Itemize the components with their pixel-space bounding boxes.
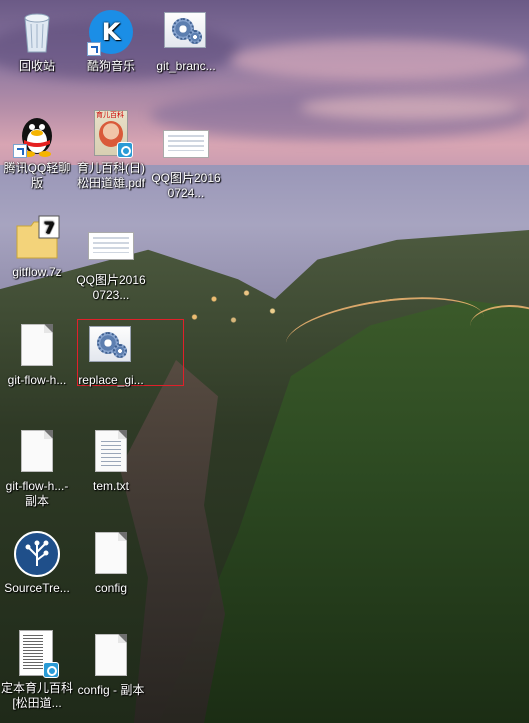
svg-text:K: K — [102, 18, 122, 46]
icon-label: gitflow.7z — [12, 265, 62, 279]
cloud — [300, 95, 520, 120]
recycle-bin-icon — [13, 8, 61, 56]
pdf-document-icon — [13, 630, 61, 678]
desktop-icon-qq-image-0724[interactable]: QQ图片20160724... — [149, 120, 223, 201]
desktop-icon-tem-txt[interactable]: tem.txt — [74, 428, 148, 494]
desktop-icon-config[interactable]: config — [74, 530, 148, 596]
icon-label: 定本育儿百科[松田道... — [0, 681, 73, 710]
config-gear-file-icon — [162, 8, 210, 56]
desktop-icon-git-branch[interactable]: git_branc... — [149, 8, 223, 74]
icon-label: replace_gi... — [78, 373, 144, 387]
icon-label: QQ图片20160724... — [151, 171, 221, 200]
qq-penguin-icon — [13, 110, 61, 158]
icon-label: git_branc... — [156, 59, 216, 73]
icon-label: tem.txt — [92, 479, 129, 493]
icon-label: git-flow-h...- 副本 — [5, 479, 69, 508]
icon-label: QQ图片20160723... — [76, 273, 146, 302]
icon-label: config — [94, 581, 128, 595]
desktop-icon-recycle-bin[interactable]: 回收站 — [0, 8, 74, 74]
config-gear-file-icon — [87, 322, 135, 370]
icon-label: 回收站 — [18, 59, 55, 73]
icon-label: 酷狗音乐 — [86, 59, 135, 73]
shortcut-arrow-icon — [13, 144, 27, 158]
sourcetree-icon — [13, 530, 61, 578]
text-file-icon — [87, 428, 135, 476]
icon-label: SourceTre... — [4, 581, 70, 595]
icon-label: config - 副本 — [77, 683, 145, 697]
desktop-icon-sourcetree[interactable]: SourceTre... — [0, 530, 74, 596]
7z-archive-icon: 7 — [13, 214, 61, 262]
desktop-icon-replace-git[interactable]: replace_gi... — [74, 322, 148, 388]
icon-label: 腾讯QQ轻聊版 — [3, 161, 71, 190]
desktop-icon-qq[interactable]: 腾讯QQ轻聊版 — [0, 110, 74, 191]
desktop-icon-qq-image-0723[interactable]: QQ图片20160723... — [74, 222, 148, 303]
image-file-icon — [162, 120, 210, 168]
desktop-icon-dingben-pdf[interactable]: 定本育儿百科[松田道... — [0, 630, 74, 711]
svg-text:7: 7 — [43, 218, 54, 237]
desktop-icon-kugou-music[interactable]: K 酷狗音乐 — [74, 8, 148, 74]
desktop-icon-git-flow-h-copy[interactable]: git-flow-h...- 副本 — [0, 428, 74, 509]
blank-file-icon — [87, 530, 135, 578]
blank-file-icon — [87, 632, 135, 680]
icon-label: 育儿百科(日)松田道雄.pdf — [76, 161, 146, 190]
desktop-icon-config-copy[interactable]: config - 副本 — [74, 632, 148, 698]
cloud — [230, 40, 529, 80]
blank-file-icon — [13, 322, 61, 370]
desktop-icon-git-flow-h[interactable]: git-flow-h... — [0, 322, 74, 388]
pdf-reader-badge-icon — [43, 662, 59, 678]
image-file-icon — [87, 222, 135, 270]
blank-file-icon — [13, 428, 61, 476]
kugou-music-icon: K — [87, 8, 135, 56]
desktop-icon-gitflow-7z[interactable]: 7 gitflow.7z — [0, 214, 74, 280]
desktop-icon-yuer-pdf[interactable]: 育儿百科(日)松田道雄.pdf — [74, 110, 148, 191]
icon-label: git-flow-h... — [7, 373, 67, 387]
pdf-reader-badge-icon — [117, 142, 133, 158]
shortcut-arrow-icon — [87, 42, 101, 56]
pdf-book-icon — [87, 110, 135, 158]
town-lights — [175, 275, 305, 335]
